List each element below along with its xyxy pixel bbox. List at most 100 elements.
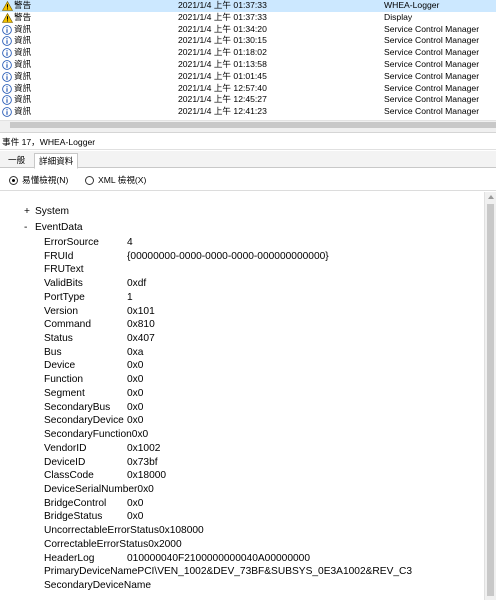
event-data-field: PortType 1 xyxy=(44,291,133,305)
field-name: FRUId xyxy=(44,250,74,262)
event-level: 資訊 xyxy=(14,47,32,58)
tab-details[interactable]: 詳細資料 xyxy=(34,153,79,169)
tree-node-system[interactable]: + System xyxy=(24,205,69,218)
event-data-field: UncorrectableErrorStatus0x108000 xyxy=(44,524,204,538)
xml-view-radio[interactable] xyxy=(85,176,94,185)
field-name: SecondaryDevice xyxy=(44,415,124,427)
expand-toggle[interactable]: + xyxy=(24,205,35,218)
scrollbar-thumb[interactable] xyxy=(487,204,494,596)
event-source: WHEA-Logger xyxy=(384,0,440,10)
warning-icon xyxy=(1,12,14,23)
tree-node-label: EventData xyxy=(35,222,83,233)
field-name: PrimaryDeviceName xyxy=(44,566,138,578)
field-name: PortType xyxy=(44,291,85,303)
field-name: DeviceID xyxy=(44,456,86,468)
event-source: Service Control Manager xyxy=(384,106,480,117)
event-row[interactable]: 資訊 2021/1/4 上午 01:34:20 Service Control Ma… xyxy=(0,24,496,36)
collapse-toggle[interactable]: - xyxy=(24,221,35,234)
event-row[interactable]: 警告 2021/1/4 上午 01:37:33 Display xyxy=(0,12,496,24)
event-data-field: SecondaryDevice 0x0 xyxy=(44,414,143,428)
field-value: 0x0 xyxy=(127,511,144,523)
event-data-field: VendorID 0x1002 xyxy=(44,442,160,456)
event-row[interactable]: 資訊 2021/1/4 上午 12:45:27 Service Control Ma… xyxy=(0,94,496,106)
field-name: Device xyxy=(44,360,76,372)
event-level: 資訊 xyxy=(14,23,32,34)
event-row[interactable]: 資訊 2021/1/4 上午 01:18:02 Service Control Ma… xyxy=(0,47,496,59)
event-datetime: 2021/1/4 上午 01:01:45 xyxy=(178,70,267,81)
info-icon xyxy=(2,48,12,59)
field-value: 0x0 xyxy=(127,497,144,509)
scroll-up-arrow-icon[interactable] xyxy=(488,195,494,199)
event-data-field: Version 0x101 xyxy=(44,305,155,319)
event-row[interactable]: 警告 2021/1/4 上午 01:37:33 WHEA-Logger xyxy=(0,0,496,12)
event-datetime: 2021/1/4 上午 01:37:33 xyxy=(178,0,267,10)
friendly-view-label: 易懂檢視(N) xyxy=(22,175,69,185)
event-row[interactable]: 資訊 2021/1/4 上午 12:41:23 Service Control Ma… xyxy=(0,106,496,118)
event-level: 資訊 xyxy=(14,106,32,117)
field-name: Command xyxy=(44,319,91,331)
info-icon xyxy=(2,36,12,47)
event-row[interactable]: 資訊 2021/1/4 上午 12:57:40 Service Control Ma… xyxy=(0,83,496,95)
event-level: 資訊 xyxy=(14,82,32,93)
event-data-field: ErrorSource 4 xyxy=(44,236,133,250)
field-name: BridgeControl xyxy=(44,497,107,509)
event-data-field: BridgeControl 0x0 xyxy=(44,497,143,511)
event-data-field: Segment 0x0 xyxy=(44,387,143,401)
event-level: 警告 xyxy=(14,0,32,10)
event-row[interactable]: 資訊 2021/1/4 上午 01:30:15 Service Control Ma… xyxy=(0,35,496,47)
event-data-field: Command 0x810 xyxy=(44,318,155,332)
info-icon xyxy=(2,95,12,106)
event-datetime: 2021/1/4 上午 01:30:15 xyxy=(178,35,267,46)
event-data-field: DeviceSerialNumber0x0 xyxy=(44,483,154,497)
field-value: 0x1002 xyxy=(127,442,161,454)
field-name: ValidBits xyxy=(44,278,83,290)
event-source: Service Control Manager xyxy=(384,82,480,93)
info-icon xyxy=(2,71,12,82)
field-value: 4 xyxy=(127,237,133,248)
friendly-view-radio[interactable] xyxy=(9,176,18,185)
field-value: 0x108000 xyxy=(158,525,204,537)
field-name: Version xyxy=(44,305,78,317)
event-level: 資訊 xyxy=(14,58,32,69)
event-data-field: Device 0x0 xyxy=(44,359,143,373)
friendly-view-option[interactable]: 易懂檢視(N) xyxy=(9,175,68,186)
warning-icon xyxy=(1,0,14,11)
event-datetime: 2021/1/4 上午 01:34:20 xyxy=(178,23,267,34)
field-name: HeaderLog xyxy=(44,552,95,564)
vertical-scrollbar[interactable] xyxy=(484,192,496,600)
info-icon xyxy=(2,60,12,70)
field-value: 0x101 xyxy=(127,305,155,317)
field-name: ClassCode xyxy=(44,470,94,482)
tree-node-eventdata[interactable]: - EventData xyxy=(24,221,83,234)
event-data-field: FRUId {00000000-0000-0000-0000-0000000000… xyxy=(44,250,329,264)
field-value: 0x0 xyxy=(127,360,144,372)
event-list[interactable]: 警告 2021/1/4 上午 01:37:33 WHEA-Logger 警告 2021/… xyxy=(0,0,496,120)
field-value: 0x0 xyxy=(127,401,144,413)
event-datetime: 2021/1/4 上午 01:37:33 xyxy=(178,11,267,22)
detail-title: 事件 17，WHEA-Logger xyxy=(0,134,496,150)
event-row[interactable]: 資訊 2021/1/4 上午 01:01:45 Service Control Ma… xyxy=(0,71,496,83)
event-data-field: SecondaryFunction0x0 xyxy=(44,428,148,442)
event-row[interactable]: 資訊 2021/1/4 上午 01:13:58 Service Control Ma… xyxy=(0,59,496,71)
field-value: {00000000-0000-0000-0000-000000000000} xyxy=(127,250,329,262)
field-name: BridgeStatus xyxy=(44,511,103,523)
event-datetime: 2021/1/4 上午 12:41:23 xyxy=(178,106,267,117)
field-name: Status xyxy=(44,333,73,345)
horizontal-scrollbar[interactable] xyxy=(0,120,496,129)
pane-splitter[interactable] xyxy=(0,129,496,133)
event-data-field: Function 0x0 xyxy=(44,373,143,387)
tree-node-label: System xyxy=(35,206,69,217)
tab-general[interactable]: 一般 xyxy=(4,153,29,168)
field-name: FRUText xyxy=(44,264,84,276)
field-name: CorrectableErrorStatus xyxy=(44,538,149,550)
event-level: 資訊 xyxy=(14,70,32,81)
field-name: VendorID xyxy=(44,442,87,454)
xml-view-option[interactable]: XML 檢視(X) xyxy=(85,175,146,186)
field-value: 0x0 xyxy=(127,387,144,399)
field-name: UncorrectableErrorStatus xyxy=(44,525,159,537)
event-datetime: 2021/1/4 上午 12:45:27 xyxy=(178,94,267,105)
event-data-field: Bus 0xa xyxy=(44,346,143,360)
field-value: 1 xyxy=(127,291,133,303)
field-name: SecondaryDeviceName xyxy=(44,580,152,591)
scrollbar-thumb[interactable] xyxy=(10,122,496,128)
